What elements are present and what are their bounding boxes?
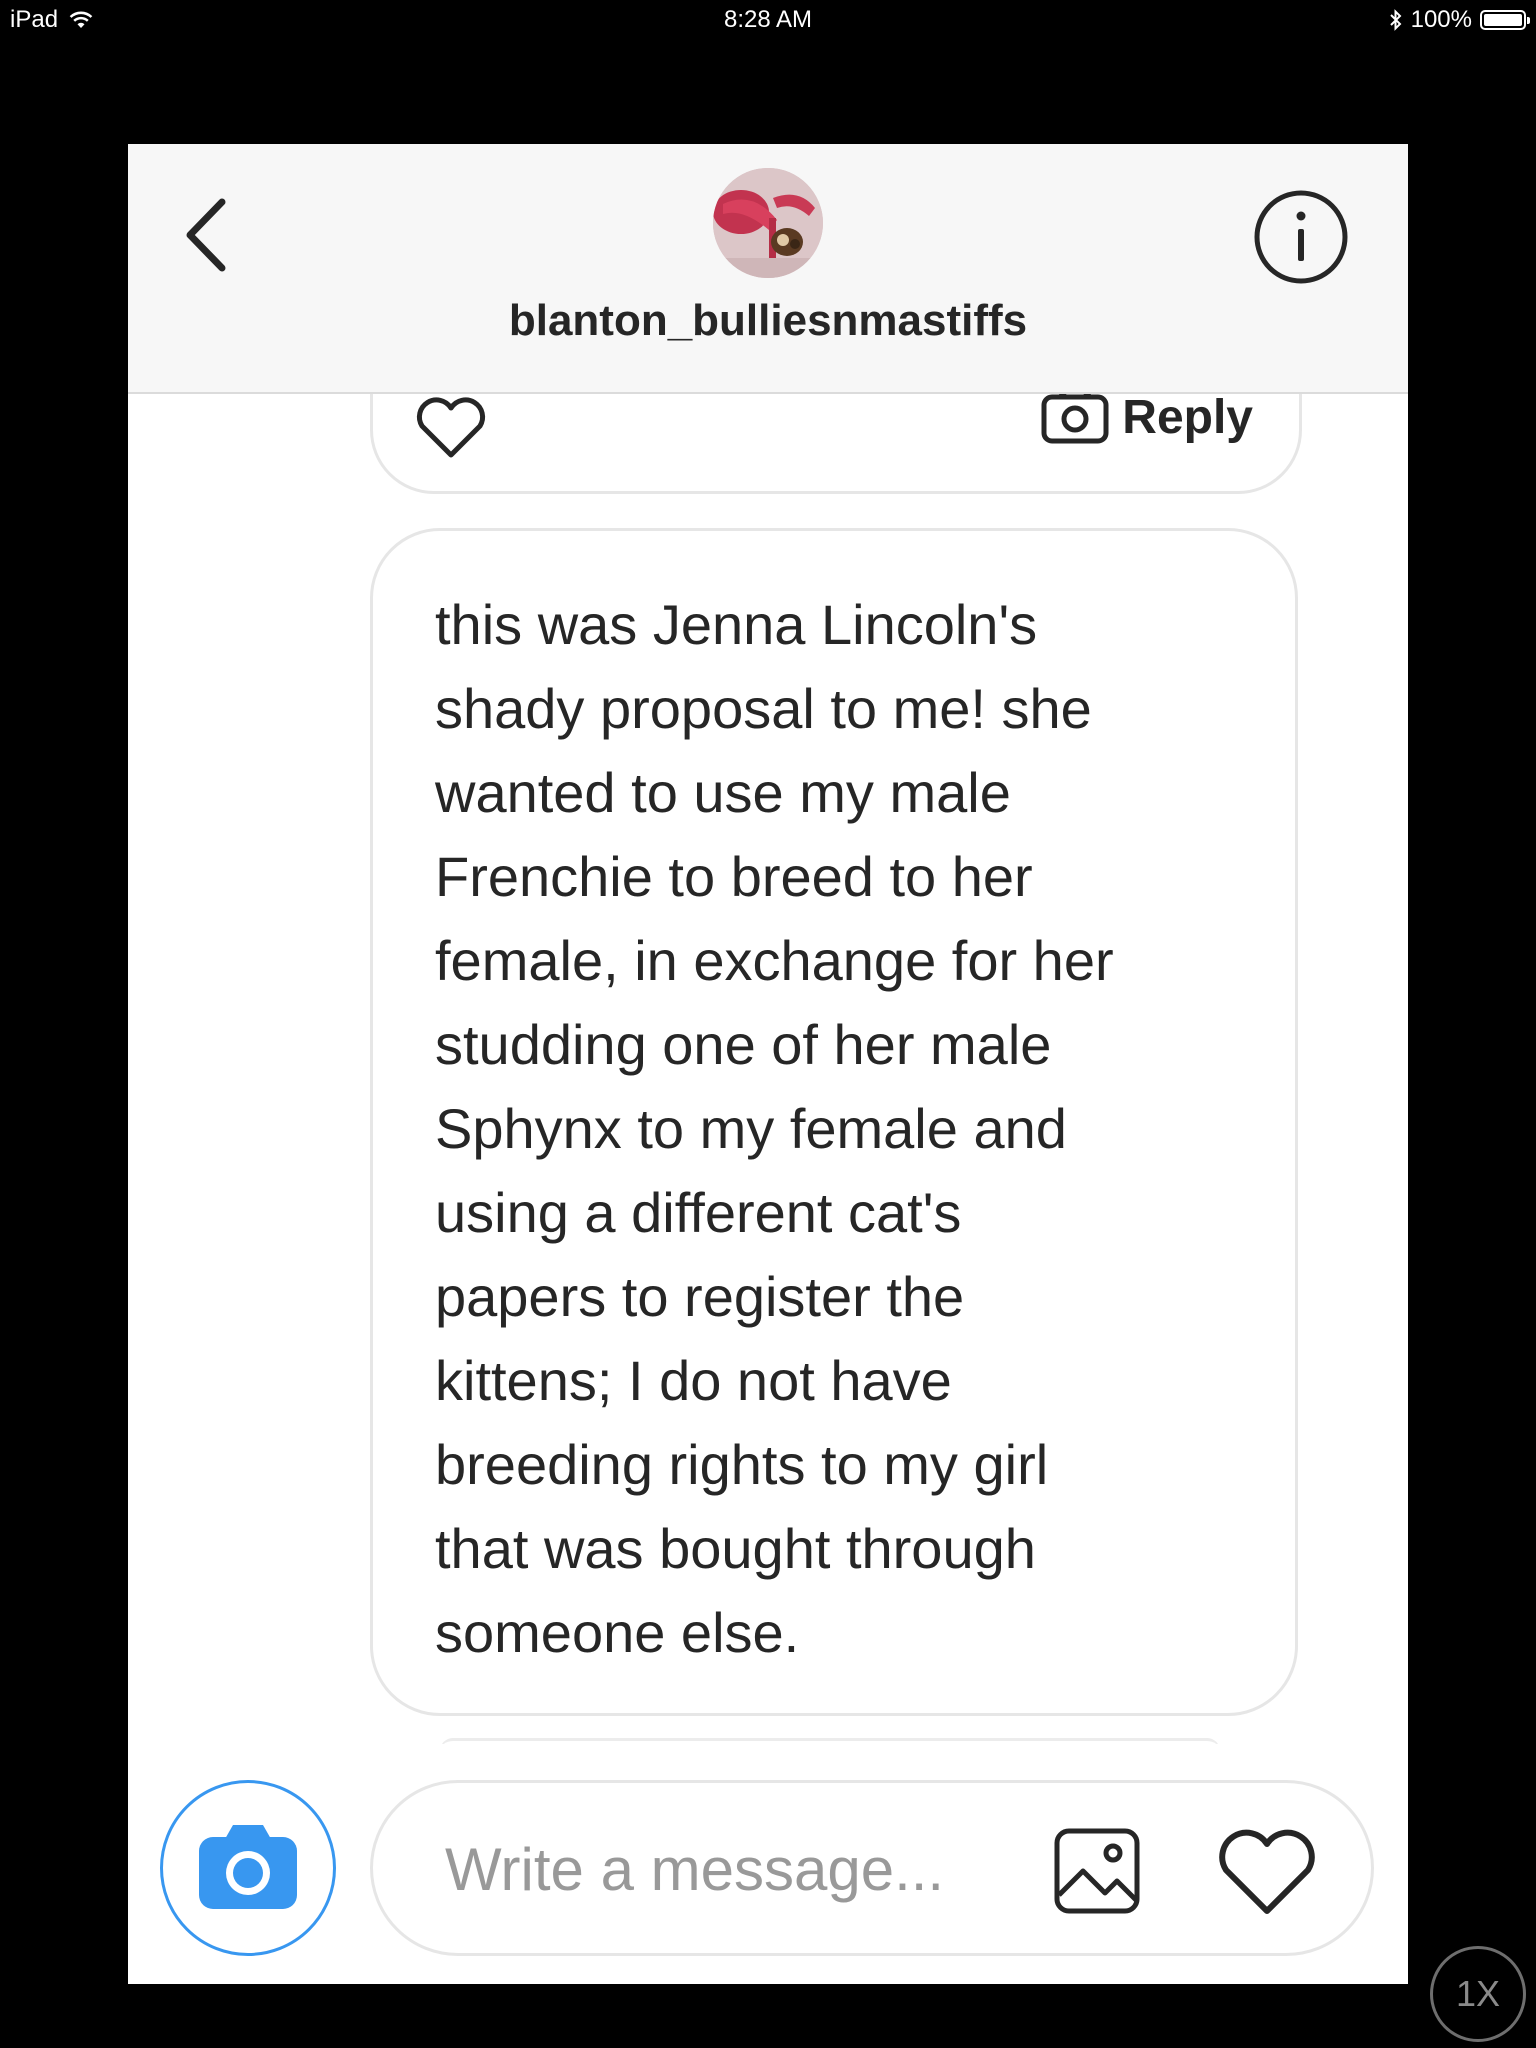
message-input[interactable] xyxy=(443,1823,1007,1915)
gallery-button[interactable] xyxy=(1053,1827,1141,1915)
battery-fill xyxy=(1484,14,1522,26)
battery-icon xyxy=(1480,10,1530,30)
message-thread[interactable]: Reply this was Jenna Lincoln's shady pro… xyxy=(128,394,1408,1744)
status-time: 8:28 AM xyxy=(723,6,813,33)
camera-icon xyxy=(199,1825,297,1909)
chevron-left-icon xyxy=(186,198,226,272)
avatar-image xyxy=(713,168,823,278)
reply-label: Reply xyxy=(1122,394,1253,444)
like-message-button[interactable] xyxy=(413,395,489,461)
reply-button[interactable]: Reply xyxy=(1040,394,1253,445)
message-composer xyxy=(128,1764,1408,1984)
info-button[interactable] xyxy=(1248,184,1354,290)
message-bubble[interactable]: this was Jenna Lincoln's shady proposal … xyxy=(370,528,1298,1716)
camera-button[interactable] xyxy=(160,1780,336,1956)
message-input-container xyxy=(370,1780,1374,1956)
heart-outline-icon xyxy=(1219,1829,1315,1914)
like-button[interactable] xyxy=(1215,1827,1319,1919)
direct-message-window: blanton_bulliesnmastiffs Reply this was … xyxy=(128,144,1408,1984)
image-icon xyxy=(1054,1828,1140,1914)
conversation-username[interactable]: blanton_bulliesnmastiffs xyxy=(128,296,1408,346)
heart-outline-icon xyxy=(416,397,486,458)
battery-percent: 100% xyxy=(1410,6,1472,33)
previous-message-bubble: Reply xyxy=(370,394,1302,494)
status-bar-right: 100% xyxy=(1389,6,1530,34)
zoom-toggle-button[interactable]: 1X xyxy=(1430,1946,1526,2042)
avatar[interactable] xyxy=(713,168,823,278)
bluetooth-icon xyxy=(1389,9,1402,31)
camera-icon xyxy=(1041,394,1109,444)
message-text: this was Jenna Lincoln's shady proposal … xyxy=(435,593,1114,1664)
next-message-bubble-edge xyxy=(440,1738,1220,1744)
info-circle-icon xyxy=(1254,190,1348,284)
status-bar: iPad 8:28 AM 100% xyxy=(0,0,1536,40)
conversation-header: blanton_bulliesnmastiffs xyxy=(128,144,1408,394)
back-button[interactable] xyxy=(168,190,248,280)
